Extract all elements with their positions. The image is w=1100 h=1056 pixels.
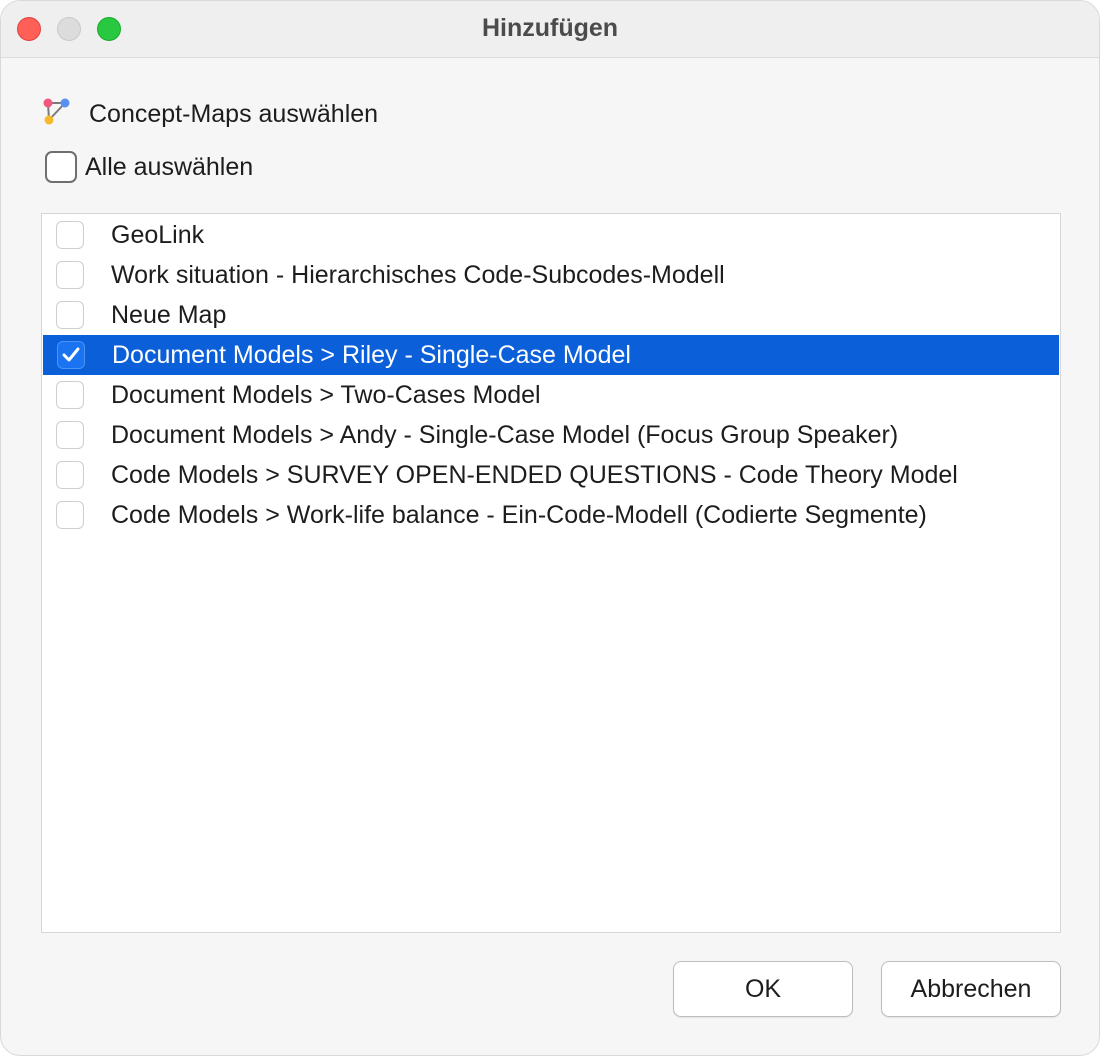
dialog-window: Hinzufügen Concept-Maps auswählen Alle a… (0, 0, 1100, 1056)
list-item[interactable]: GeoLink (42, 215, 1060, 255)
list-item-label: GeoLink (111, 221, 205, 249)
checkbox[interactable] (56, 381, 84, 409)
list-item-label: Document Models > Andy - Single-Case Mod… (111, 421, 899, 449)
list-item-label: Code Models > Work-life balance - Ein-Co… (111, 501, 927, 529)
checkmark-icon (62, 347, 80, 362)
list-item-label: Document Models > Riley - Single-Case Mo… (112, 341, 631, 369)
ok-button[interactable]: OK (673, 961, 853, 1017)
concept-map-icon (41, 96, 73, 133)
cancel-button[interactable]: Abbrechen (881, 961, 1061, 1017)
list-item[interactable]: Code Models > Work-life balance - Ein-Co… (42, 495, 1060, 535)
section-label: Concept-Maps auswählen (89, 99, 379, 128)
list-item-label: Neue Map (111, 301, 227, 329)
checkbox[interactable] (56, 461, 84, 489)
checkbox[interactable] (56, 301, 84, 329)
section-header: Concept-Maps auswählen (41, 97, 378, 131)
list-item-label: Work situation - Hierarchisches Code-Sub… (111, 261, 725, 289)
list-item[interactable]: Neue Map (42, 295, 1060, 335)
list-item-label: Document Models > Two-Cases Model (111, 381, 541, 409)
list-item[interactable]: Document Models > Andy - Single-Case Mod… (42, 415, 1060, 455)
select-all-label: Alle auswählen (85, 152, 254, 181)
concept-map-list[interactable]: GeoLink Work situation - Hierarchisches C… (41, 213, 1061, 933)
title-bar: Hinzufügen (1, 1, 1099, 58)
list-item[interactable]: Document Models > Riley - Single-Case Mo… (43, 335, 1059, 375)
window-title: Hinzufügen (481, 14, 619, 42)
select-all-box[interactable] (45, 151, 77, 183)
checkbox[interactable] (56, 261, 84, 289)
list-item-label: Code Models > SURVEY OPEN-ENDED QUESTION… (111, 461, 958, 489)
select-all-checkbox[interactable]: Alle auswählen (45, 151, 253, 183)
checkbox[interactable] (56, 221, 84, 249)
list-item[interactable]: Code Models > SURVEY OPEN-ENDED QUESTION… (42, 455, 1060, 495)
list-item[interactable]: Work situation - Hierarchisches Code-Sub… (42, 255, 1060, 295)
list-item[interactable]: Document Models > Two-Cases Model (42, 375, 1060, 415)
checkbox[interactable] (56, 501, 84, 529)
checked-checkbox[interactable] (57, 341, 85, 369)
checkbox[interactable] (56, 421, 84, 449)
